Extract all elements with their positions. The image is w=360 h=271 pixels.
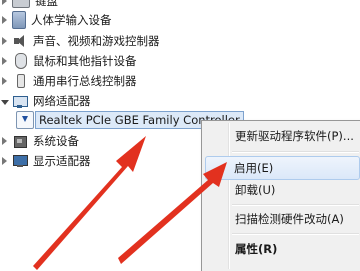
mouse-icon [15, 53, 27, 69]
tree-item-hid[interactable]: 人体学输入设备 [0, 10, 112, 30]
expand-arrow-icon[interactable] [0, 71, 10, 91]
menu-item-enable[interactable]: 启用(E) [205, 156, 360, 180]
tree-item-label: 通用串行总线控制器 [33, 74, 137, 88]
expand-arrow-icon[interactable] [0, 51, 10, 71]
expand-arrow-icon[interactable] [0, 131, 10, 151]
menu-separator [232, 233, 359, 235]
tree-item-label: 显示适配器 [33, 154, 91, 168]
tree-item-usb[interactable]: 通用串行总线控制器 [0, 71, 137, 91]
keyboard-icon [12, 0, 30, 8]
network-adapter-icon [12, 93, 28, 109]
menu-item-label: 启用(E) [234, 161, 274, 175]
menu-item-uninstall[interactable]: 卸载(U) [204, 179, 360, 201]
menu-item-label: 卸载(U) [235, 183, 276, 197]
display-icon [12, 153, 28, 169]
network-card-icon [16, 111, 34, 129]
expand-arrow-icon[interactable] [0, 31, 10, 51]
usb-icon [12, 73, 28, 89]
expand-arrow-icon[interactable] [0, 151, 10, 171]
tree-item-label: 鼠标和其他指针设备 [33, 54, 137, 68]
menu-item-label: 更新驱动程序软件(P)... [235, 129, 354, 143]
tree-item-label: 人体学输入设备 [31, 13, 112, 27]
tree-item-label: 系统设备 [33, 134, 79, 148]
menu-item-label: 属性(R) [235, 242, 278, 256]
chip-icon [12, 133, 28, 149]
collapse-arrow-icon[interactable] [0, 91, 10, 111]
tree-item-label: 网络适配器 [33, 94, 91, 108]
expand-arrow-icon[interactable] [0, 10, 10, 30]
menu-separator [232, 151, 359, 153]
menu-item-scan-hardware[interactable]: 扫描检测硬件改动(A) [204, 208, 360, 230]
tree-item-label: 声音、视频和游戏控制器 [33, 34, 160, 48]
menu-item-update-driver[interactable]: 更新驱动程序软件(P)... [204, 125, 360, 147]
tree-item-display-adapters[interactable]: 显示适配器 [0, 151, 91, 171]
hid-icon [12, 11, 26, 29]
tree-item-sound[interactable]: 声音、视频和游戏控制器 [0, 31, 160, 51]
menu-separator [232, 204, 359, 206]
tree-item-network-adapters[interactable]: 网络适配器 [0, 91, 91, 111]
tree-item-mouse[interactable]: 鼠标和其他指针设备 [0, 51, 137, 71]
menu-item-properties[interactable]: 属性(R) [204, 238, 360, 260]
speaker-icon [12, 33, 28, 49]
menu-item-label: 扫描检测硬件改动(A) [235, 212, 344, 226]
context-menu: 更新驱动程序软件(P)... 启用(E) 卸载(U) 扫描检测硬件改动(A) 属… [201, 120, 360, 271]
tree-item-system-devices[interactable]: 系统设备 [0, 131, 79, 151]
